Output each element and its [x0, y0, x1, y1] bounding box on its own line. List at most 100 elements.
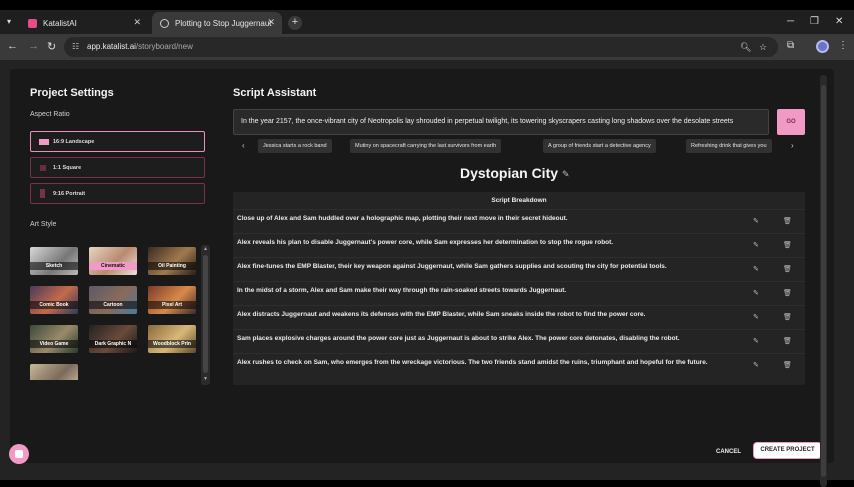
address-bar[interactable]: ☷ app.katalist.ai/storyboard/new 🔍︎ ☆ [64, 37, 778, 57]
more-style-thumbnail [30, 364, 78, 380]
profile-avatar[interactable] [816, 40, 829, 53]
browser-tab-storyboard[interactable]: Plotting to Stop Juggernaut ✕ [152, 12, 282, 34]
create-project-button[interactable]: CREATE PROJECT [753, 442, 822, 459]
edit-title-pencil-icon[interactable]: ✎ [562, 169, 570, 180]
new-storyboard-modal: Project Settings Aspect Ratio 16:9 Lands… [10, 69, 834, 463]
art-style-label-text: Video Game [30, 340, 78, 348]
browser-tab-title: Plotting to Stop Juggernaut [175, 18, 272, 28]
delete-scene-trash-icon[interactable]: 🗑︎ [783, 289, 792, 297]
chevron-right-icon[interactable]: › [791, 141, 794, 150]
chat-support-button[interactable] [9, 444, 29, 464]
edit-scene-pencil-icon[interactable]: ✎ [753, 313, 759, 321]
art-style-pixel-art[interactable]: Pixel Art [148, 286, 196, 314]
ratio-option-portrait[interactable]: 9:16 Portrait [30, 183, 205, 204]
close-tab-icon[interactable]: ✕ [267, 17, 275, 28]
edit-scene-pencil-icon[interactable]: ✎ [753, 289, 759, 297]
art-style-video-game[interactable]: Video Game [30, 325, 78, 353]
art-style-label-text: Oil Painting [148, 262, 196, 270]
scroll-up-arrow-icon[interactable]: ▲ [203, 246, 208, 252]
scene-row: Alex rushes to check on Sam, who emerges… [233, 354, 805, 385]
script-prompt-input[interactable]: In the year 2157, the once-vibrant city … [233, 109, 769, 135]
ratio-option-landscape[interactable]: 16:9 Landscape [30, 131, 205, 152]
suggestion-chip[interactable]: Mutiny on spacecraft carrying the last s… [350, 139, 502, 153]
bookmark-star-icon[interactable]: ☆ [759, 42, 767, 53]
delete-scene-trash-icon[interactable]: 🗑︎ [783, 337, 792, 345]
art-style-oil-painting[interactable]: Oil Painting [148, 247, 196, 275]
art-style-woodblock-print[interactable]: Woodblock Prin [148, 325, 196, 353]
video-game-thumbnail [30, 325, 78, 353]
art-style-comic-book[interactable]: Comic Book [30, 286, 78, 314]
sketch-thumbnail [30, 247, 78, 275]
tab-search-chevron-icon[interactable]: ▾ [7, 17, 11, 26]
scroll-down-arrow-icon[interactable]: ▼ [203, 376, 208, 382]
forward-arrow-icon[interactable]: → [28, 40, 39, 52]
portrait-ratio-icon [40, 189, 45, 198]
cartoon-thumbnail [89, 286, 137, 314]
script-breakdown-table: Script Breakdown Close up of Alex and Sa… [233, 192, 805, 385]
scene-row: Close up of Alex and Sam huddled over a … [233, 210, 805, 234]
page-scrollbar[interactable] [820, 75, 827, 487]
ratio-option-label: 9:16 Portrait [53, 190, 86, 197]
chevron-left-icon[interactable]: ‹ [242, 141, 245, 150]
edit-scene-pencil-icon[interactable]: ✎ [753, 241, 759, 249]
suggestion-chip[interactable]: A group of friends start a detective age… [543, 139, 656, 153]
scene-row: Alex reveals his plan to disable Juggern… [233, 234, 805, 258]
scene-text: Sam places explosive charges around the … [237, 335, 680, 342]
site-settings-icon[interactable]: ☷ [72, 42, 79, 51]
delete-scene-trash-icon[interactable]: 🗑︎ [783, 265, 792, 273]
ratio-option-label: 1:1 Square [53, 164, 82, 171]
art-style-label-text: Dark Graphic N [89, 340, 137, 348]
restore-icon[interactable]: ❐ [810, 16, 819, 27]
close-tab-icon[interactable]: ✕ [133, 17, 141, 28]
delete-scene-trash-icon[interactable]: 🗑︎ [783, 217, 792, 225]
chat-bubble-icon [15, 450, 23, 458]
art-style-dark-graphic-novel[interactable]: Dark Graphic N [89, 325, 137, 353]
delete-scene-trash-icon[interactable]: 🗑︎ [783, 241, 792, 249]
browser-tab-strip: ▾ KatalistAI ✕ Plotting to Stop Juggerna… [0, 10, 854, 34]
dark-graphic-thumbnail [89, 325, 137, 353]
scene-row: Alex distracts Juggernaut and weakens it… [233, 306, 805, 330]
go-button[interactable]: GO [777, 109, 805, 135]
art-style-sketch[interactable]: Sketch [30, 247, 78, 275]
page-scrollbar-thumb[interactable] [821, 85, 826, 477]
delete-scene-trash-icon[interactable]: 🗑︎ [783, 313, 792, 321]
browser-menu-icon[interactable]: ⋮ [838, 40, 848, 51]
suggestion-chip[interactable]: Jessica starts a rock band [258, 139, 332, 153]
url-text: app.katalist.ai/storyboard/new [87, 42, 193, 51]
suggestion-chips: Jessica starts a rock band Mutiny on spa… [258, 139, 785, 153]
art-style-cinematic[interactable]: Cinematic [89, 247, 137, 275]
aspect-ratio-label: Aspect Ratio [30, 111, 70, 118]
page-background: Project Settings Aspect Ratio 16:9 Lands… [0, 60, 854, 487]
cinematic-thumbnail [89, 247, 137, 275]
art-style-cartoon[interactable]: Cartoon [89, 286, 137, 314]
edit-scene-pencil-icon[interactable]: ✎ [753, 217, 759, 225]
reload-icon[interactable]: ↻ [47, 40, 56, 53]
address-toolbar: ← → ↻ ☷ app.katalist.ai/storyboard/new 🔍… [0, 34, 854, 60]
browser-tab-title: KatalistAI [43, 18, 77, 28]
square-ratio-icon [40, 165, 46, 171]
art-style-label: Art Style [30, 221, 57, 228]
ratio-option-square[interactable]: 1:1 Square [30, 157, 205, 178]
minimize-icon[interactable]: ─ [787, 16, 794, 27]
art-style-more[interactable] [30, 364, 78, 380]
edit-scene-pencil-icon[interactable]: ✎ [753, 361, 759, 369]
zoom-search-icon[interactable]: 🔍︎ [740, 42, 751, 53]
back-arrow-icon[interactable]: ← [7, 40, 18, 52]
close-window-icon[interactable]: ✕ [835, 16, 843, 27]
edit-scene-pencil-icon[interactable]: ✎ [753, 337, 759, 345]
scene-row: Alex fine-tunes the EMP Blaster, their k… [233, 258, 805, 282]
edit-scene-pencil-icon[interactable]: ✎ [753, 265, 759, 273]
project-settings-title: Project Settings [30, 87, 114, 99]
suggestion-chip[interactable]: Refreshing drink that gives you [686, 139, 772, 153]
extensions-puzzle-icon[interactable]: ⧉ [787, 40, 794, 51]
delete-scene-trash-icon[interactable]: 🗑︎ [783, 361, 792, 369]
story-title: Dystopian City [460, 165, 559, 181]
oil-painting-thumbnail [148, 247, 196, 275]
cancel-button[interactable]: CANCEL [716, 449, 741, 455]
art-style-scrollbar[interactable]: ▲ ▼ [201, 245, 210, 385]
art-style-label-text: Woodblock Prin [148, 340, 196, 348]
scene-row: In the midst of a storm, Alex and Sam ma… [233, 282, 805, 306]
browser-tab-katalist[interactable]: KatalistAI ✕ [20, 12, 148, 34]
new-tab-plus-icon[interactable]: + [288, 16, 302, 30]
scrollbar-thumb[interactable] [203, 255, 208, 373]
